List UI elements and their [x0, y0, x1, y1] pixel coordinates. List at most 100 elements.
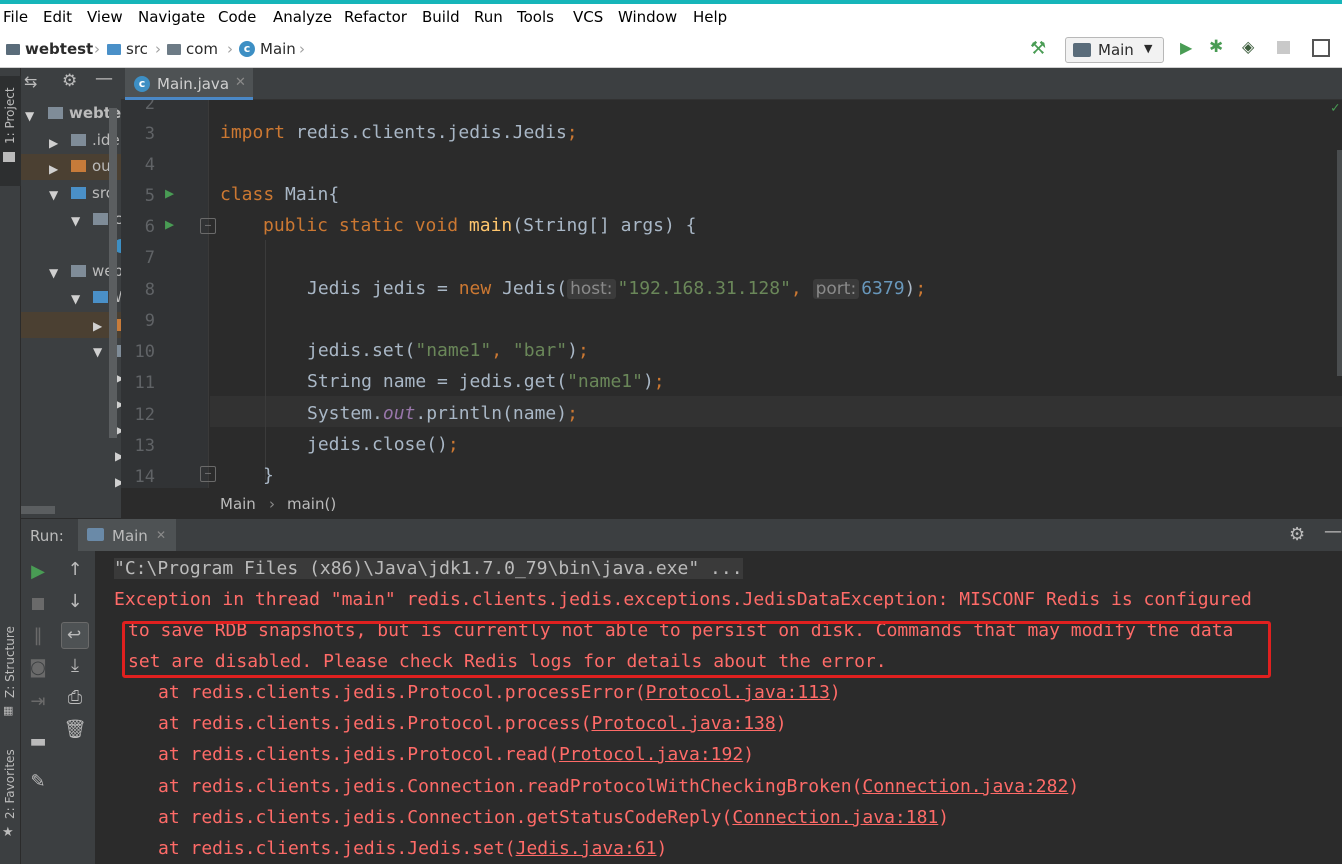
menu-refactor[interactable]: Refactor	[344, 8, 407, 26]
structure-icon: ▦	[3, 704, 14, 717]
menu-analyze[interactable]: Analyze	[273, 8, 332, 26]
run-label: Run:	[30, 527, 64, 545]
layout-icon[interactable]: ▬	[26, 731, 50, 752]
scroll-to-end-icon[interactable]: ⤓	[63, 655, 87, 676]
favorites-tool-tab[interactable]: 2: Favorites	[3, 749, 17, 819]
project-folder-icon	[48, 107, 63, 119]
menu-file[interactable]: File	[3, 8, 28, 26]
tree-expand-arrow[interactable]: ▼	[49, 266, 58, 280]
code-line-5: class Main{	[220, 184, 340, 205]
close-icon[interactable]: ✕	[156, 528, 166, 542]
tree-expand-arrow[interactable]: ▼	[71, 214, 80, 228]
run-gutter-icon[interactable]: ▶	[165, 184, 174, 202]
menu-code[interactable]: Code	[218, 8, 256, 26]
pin-icon[interactable]: ✎	[26, 771, 50, 792]
editor-scrollbar[interactable]	[1337, 150, 1342, 376]
tree-collapse-arrow[interactable]: ▶	[49, 136, 58, 150]
close-icon[interactable]: ✕	[235, 75, 246, 90]
console-error-line: Exception in thread "main" redis.clients…	[114, 589, 1252, 610]
line-number: 7	[144, 248, 155, 268]
tree-collapse-arrow[interactable]: ▶	[49, 162, 58, 176]
menu-bar: File Edit View Navigate Code Analyze Ref…	[0, 4, 1342, 32]
folder-icon	[71, 134, 86, 146]
breadcrumb-separator: ›	[94, 40, 100, 58]
package-icon	[93, 213, 108, 225]
breadcrumb-src[interactable]: src	[107, 40, 148, 58]
coverage-icon[interactable]: ◈	[1242, 37, 1254, 56]
fold-icon[interactable]: —	[200, 218, 216, 234]
source-link[interactable]: Connection.java:181	[732, 807, 938, 828]
code-line-13: jedis.close();	[307, 434, 459, 455]
menu-help[interactable]: Help	[693, 8, 727, 26]
soft-wrap-icon: ↩	[67, 625, 82, 645]
rerun-icon[interactable]: ▶	[26, 561, 50, 582]
menu-tools[interactable]: Tools	[517, 8, 554, 26]
indent-guide	[265, 240, 266, 480]
menu-navigate[interactable]: Navigate	[138, 8, 205, 26]
pause-icon[interactable]: ‖	[26, 625, 50, 646]
class-icon: c	[239, 41, 255, 57]
code-editor[interactable]: 2 3 4 5 6 7 8 9 10 11 12 13 14 ▶ ▶ — — i…	[121, 100, 1342, 488]
left-tool-strip: 1: Project Z: Structure ▦ 2: Favorites ★	[0, 68, 21, 864]
source-link[interactable]: Jedis.java:61	[516, 838, 657, 859]
tab-main-java[interactable]: c Main.java ✕	[125, 68, 253, 100]
code-line-8: Jedis jedis = new Jedis(host: "192.168.31…	[307, 278, 927, 299]
build-hammer-icon[interactable]: ⚒	[1030, 38, 1046, 59]
tree-expand-arrow[interactable]: ▼	[93, 345, 102, 359]
run-gutter-icon[interactable]: ▶	[165, 215, 174, 233]
stack-trace-line: at redis.clients.jedis.Connection.getSta…	[158, 807, 950, 828]
run-panel-header: Run: Main ✕ ⚙ —	[21, 519, 1342, 551]
source-link[interactable]: Protocol.java:192	[559, 744, 743, 765]
stop-icon[interactable]	[1277, 41, 1290, 54]
breadcrumb-project[interactable]: webtest	[6, 40, 93, 58]
tree-row-highlight	[21, 312, 121, 338]
run-icon[interactable]: ▶	[1180, 38, 1192, 57]
editor-breadcrumb: Main › main()	[121, 488, 1342, 518]
up-arrow-icon[interactable]: ↑	[63, 559, 87, 580]
run-tab-main[interactable]: Main ✕	[78, 519, 176, 551]
print-icon[interactable]: ⎙	[63, 687, 87, 708]
breadcrumb-class[interactable]: c Main	[239, 40, 296, 58]
menu-edit[interactable]: Edit	[43, 8, 72, 26]
soft-wrap-toggle[interactable]: ↩	[61, 622, 89, 649]
tree-expand-arrow[interactable]: ▼	[71, 292, 80, 306]
hide-panel-icon[interactable]: —	[1324, 521, 1342, 542]
stop-icon[interactable]	[32, 598, 44, 610]
stack-trace-line: at redis.clients.jedis.Protocol.read(Pro…	[158, 744, 755, 765]
camera-icon[interactable]: ◙	[26, 657, 50, 678]
excluded-folder-icon	[71, 160, 86, 172]
tree-expand-arrow[interactable]: ▼	[25, 109, 34, 123]
restore-layout-icon[interactable]: ⇥	[26, 691, 50, 712]
down-arrow-icon[interactable]: ↓	[63, 591, 87, 612]
menu-run[interactable]: Run	[474, 8, 503, 26]
menu-window[interactable]: Window	[618, 8, 677, 26]
line-number: 9	[144, 311, 155, 331]
fold-icon[interactable]: —	[200, 466, 216, 482]
breadcrumb-package[interactable]: com	[167, 40, 218, 58]
run-configuration-select[interactable]: Main ▼	[1065, 37, 1164, 63]
gear-icon[interactable]: ⚙	[1289, 524, 1305, 545]
source-link[interactable]: Protocol.java:138	[591, 713, 775, 734]
menu-vcs[interactable]: VCS	[573, 8, 603, 26]
project-scrollbar[interactable]	[109, 108, 117, 438]
tree-item-web[interactable]: web	[92, 262, 123, 280]
project-horizontal-scrollbar[interactable]	[21, 506, 55, 514]
tree-expand-arrow[interactable]: ▼	[49, 188, 58, 202]
menu-view[interactable]: View	[87, 8, 123, 26]
debug-bug-icon[interactable]: ✱	[1209, 37, 1223, 57]
structure-tool-tab[interactable]: Z: Structure	[3, 626, 17, 698]
line-number: 13	[134, 436, 155, 456]
console-output[interactable]: "C:\Program Files (x86)\Java\jdk1.7.0_79…	[95, 551, 1342, 864]
source-link[interactable]: Connection.java:282	[862, 776, 1068, 797]
project-structure-icon[interactable]	[1312, 39, 1330, 57]
breadcrumb-method[interactable]: main()	[287, 495, 336, 513]
breadcrumb-class[interactable]: Main	[220, 495, 256, 513]
source-link[interactable]: Protocol.java:113	[646, 682, 830, 703]
collapse-all-icon[interactable]: ⇆	[24, 72, 37, 91]
line-number: 11	[134, 373, 155, 393]
hide-panel-icon[interactable]: —	[95, 68, 113, 89]
gear-icon[interactable]: ⚙	[62, 71, 77, 91]
menu-build[interactable]: Build	[422, 8, 460, 26]
trash-icon[interactable]: 🗑	[63, 719, 87, 740]
tree-collapse-arrow[interactable]: ▶	[93, 319, 102, 333]
